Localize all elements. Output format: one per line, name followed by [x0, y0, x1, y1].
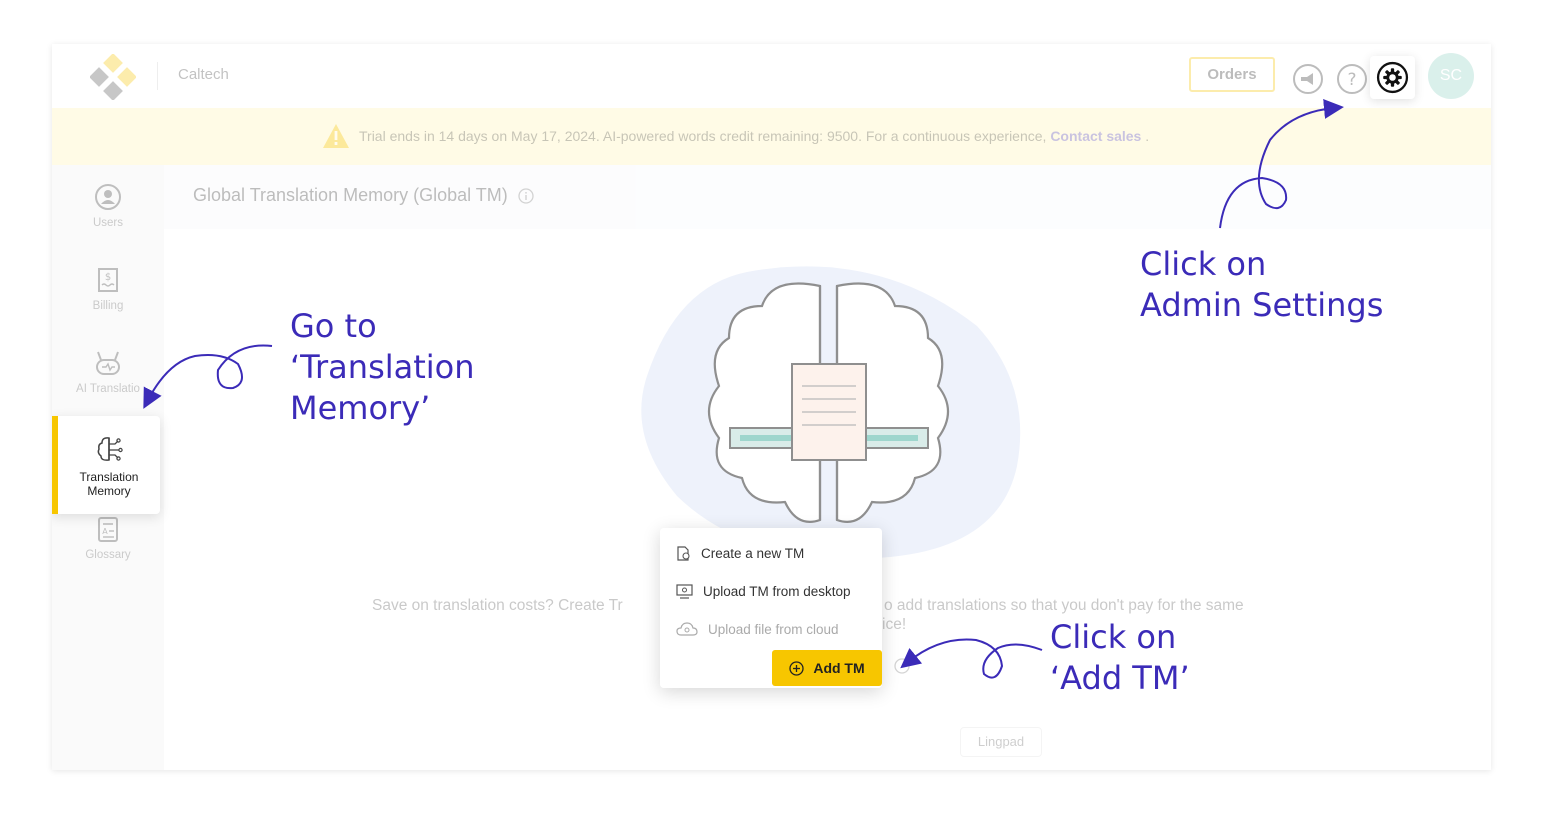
arrow-to-admin-settings	[1219, 98, 1344, 229]
annotation-arrows	[143, 98, 1344, 679]
arrow-to-translation-memory	[143, 344, 273, 409]
arrow-to-add-tm	[900, 638, 1043, 679]
